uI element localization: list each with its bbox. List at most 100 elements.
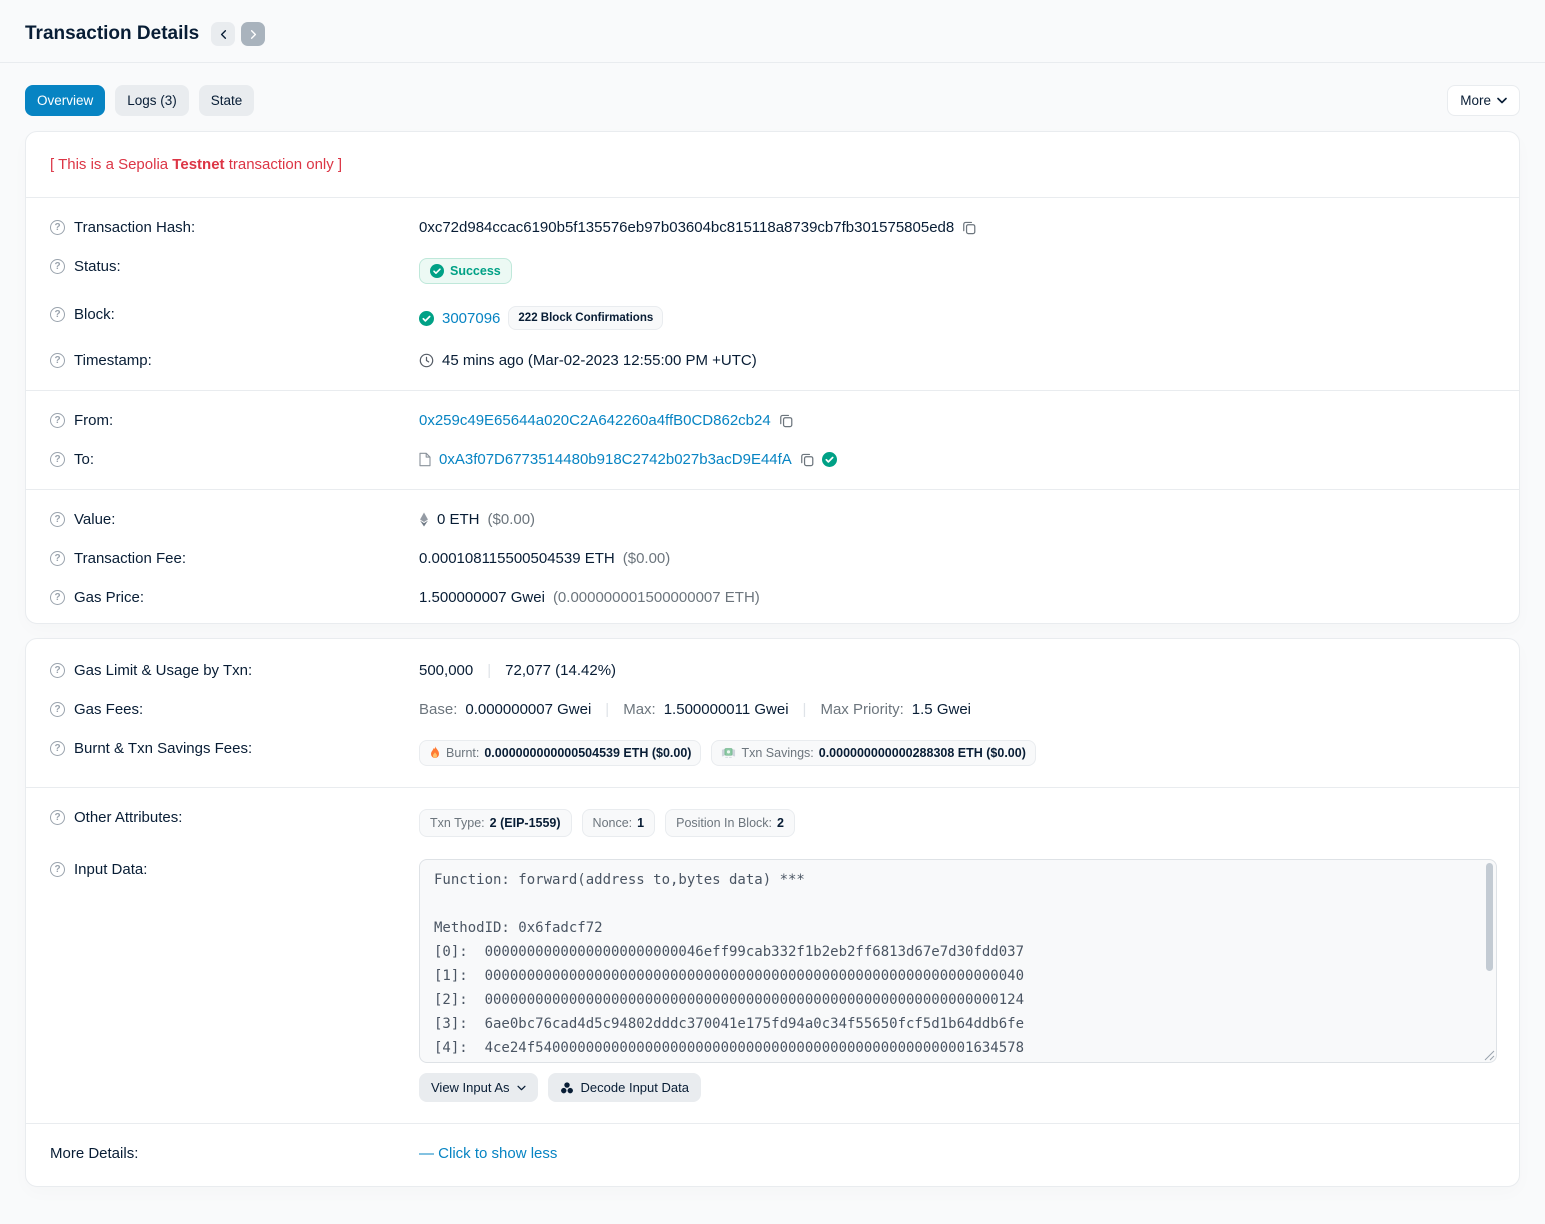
help-icon[interactable] — [50, 220, 65, 235]
testnet-notice: [ This is a Sepolia Testnet transaction … — [50, 138, 1495, 187]
contract-file-icon — [419, 452, 431, 467]
row-input-data: Input Data: Function: forward(address to… — [50, 848, 1495, 1113]
input-data-container: Function: forward(address to,bytes data)… — [419, 859, 1497, 1063]
txn-type-label: Txn Type: — [430, 816, 485, 830]
flame-icon — [429, 746, 441, 760]
row-transaction-fee: Transaction Fee: 0.000108115500504539 ET… — [50, 539, 1495, 578]
help-icon[interactable] — [50, 862, 65, 877]
copy-icon[interactable] — [962, 220, 976, 235]
max-priority-label: Max Priority: — [820, 701, 903, 718]
decode-icon — [560, 1081, 574, 1095]
separator: | — [481, 662, 497, 679]
input-data-label: Input Data: — [74, 861, 147, 878]
page-title: Transaction Details — [25, 23, 199, 45]
status-label: Status: — [74, 258, 121, 275]
more-dropdown-button[interactable]: More — [1447, 85, 1520, 116]
page-header: Transaction Details — [0, 0, 1545, 46]
from-address-link[interactable]: 0x259c49E65644a020C2A642260a4ffB0CD862cb… — [419, 412, 771, 429]
row-transaction-hash: Transaction Hash: 0xc72d984ccac6190b5f13… — [50, 208, 1495, 247]
previous-transaction-button[interactable] — [211, 22, 235, 46]
help-icon[interactable] — [50, 741, 65, 756]
burnt-fee-label: Burnt: — [446, 746, 479, 760]
txn-type-badge: Txn Type: 2 (EIP-1559) — [419, 809, 572, 837]
resize-handle-icon[interactable] — [1484, 1050, 1495, 1061]
help-icon[interactable] — [50, 551, 65, 566]
separator: | — [797, 701, 813, 718]
more-details-label: More Details: — [50, 1145, 138, 1162]
position-in-block-label: Position In Block: — [676, 816, 772, 830]
details-card: Gas Limit & Usage by Txn: 500,000 | 72,0… — [25, 638, 1520, 1187]
chevron-left-icon — [219, 30, 228, 39]
row-gas-limit-usage: Gas Limit & Usage by Txn: 500,000 | 72,0… — [50, 651, 1495, 690]
max-priority-value: 1.5 Gwei — [912, 701, 971, 718]
verified-check-icon — [822, 452, 837, 467]
row-from: From: 0x259c49E65644a020C2A642260a4ffB0C… — [50, 401, 1495, 440]
row-timestamp: Timestamp: 45 mins ago (Mar-02-2023 12:5… — [50, 341, 1495, 380]
ethereum-icon — [419, 512, 429, 527]
scrollbar-thumb[interactable] — [1486, 863, 1493, 971]
chevron-down-icon — [1497, 97, 1507, 104]
nonce-label: Nonce: — [593, 816, 633, 830]
chevron-down-icon — [517, 1085, 526, 1091]
view-input-as-button[interactable]: View Input As — [419, 1073, 538, 1102]
tab-overview[interactable]: Overview — [25, 85, 105, 116]
help-icon[interactable] — [50, 259, 65, 274]
divider — [26, 197, 1519, 198]
help-icon[interactable] — [50, 413, 65, 428]
copy-icon[interactable] — [800, 452, 814, 467]
help-icon[interactable] — [50, 663, 65, 678]
check-circle-icon — [430, 264, 444, 278]
block-number-link[interactable]: 3007096 — [442, 310, 500, 327]
input-data-textarea[interactable]: Function: forward(address to,bytes data)… — [419, 859, 1497, 1063]
show-less-link[interactable]: — Click to show less — [419, 1145, 557, 1162]
max-fee-label: Max: — [623, 701, 656, 718]
decode-input-data-button[interactable]: Decode Input Data — [548, 1073, 701, 1102]
gas-limit-value: 500,000 — [419, 662, 473, 679]
burnt-fee-value: 0.000000000000504539 ETH ($0.00) — [484, 746, 691, 760]
help-icon[interactable] — [50, 353, 65, 368]
help-icon[interactable] — [50, 702, 65, 717]
copy-icon[interactable] — [779, 413, 793, 428]
nonce-value: 1 — [637, 816, 644, 830]
row-other-attributes: Other Attributes: Txn Type: 2 (EIP-1559)… — [50, 798, 1495, 848]
next-transaction-button[interactable] — [241, 22, 265, 46]
clock-icon — [419, 353, 434, 368]
divider — [26, 390, 1519, 391]
position-in-block-badge: Position In Block: 2 — [665, 809, 795, 837]
row-gas-fees: Gas Fees: Base: 0.000000007 Gwei | Max: … — [50, 690, 1495, 729]
help-icon[interactable] — [50, 810, 65, 825]
view-input-as-label: View Input As — [431, 1080, 510, 1095]
timestamp-value: 45 mins ago (Mar-02-2023 12:55:00 PM +UT… — [442, 352, 757, 369]
help-icon[interactable] — [50, 512, 65, 527]
help-icon[interactable] — [50, 590, 65, 605]
tab-state[interactable]: State — [199, 85, 255, 116]
divider — [26, 787, 1519, 788]
testnet-notice-bold: Testnet — [172, 156, 224, 173]
other-attributes-label: Other Attributes: — [74, 809, 182, 826]
nonce-badge: Nonce: 1 — [582, 809, 656, 837]
block-confirmations-badge: 222 Block Confirmations — [508, 306, 663, 330]
chevron-right-icon — [249, 30, 258, 39]
tabs-bar: Overview Logs (3) State More — [0, 63, 1545, 131]
gas-used-value: 72,077 (14.42%) — [505, 662, 616, 679]
gas-price-eth: (0.000000001500000007 ETH) — [553, 589, 760, 606]
transaction-hash-label: Transaction Hash: — [74, 219, 195, 236]
decode-input-data-label: Decode Input Data — [581, 1080, 689, 1095]
value-amount: 0 ETH — [437, 511, 480, 528]
block-label: Block: — [74, 306, 115, 323]
value-label: Value: — [74, 511, 115, 528]
burnt-savings-label: Burnt & Txn Savings Fees: — [74, 740, 252, 757]
to-label: To: — [74, 451, 94, 468]
gas-price-label: Gas Price: — [74, 589, 144, 606]
txn-savings-value: 0.000000000000288308 ETH ($0.00) — [819, 746, 1026, 760]
timestamp-label: Timestamp: — [74, 352, 152, 369]
help-icon[interactable] — [50, 452, 65, 467]
tab-logs[interactable]: Logs (3) — [115, 85, 189, 116]
row-burnt-savings: Burnt & Txn Savings Fees: Burnt: 0.00000… — [50, 729, 1495, 777]
to-address-link[interactable]: 0xA3f07D6773514480b918C2742b027b3acD9E44… — [439, 451, 792, 468]
gas-limit-label: Gas Limit & Usage by Txn: — [74, 662, 252, 679]
transaction-hash-value: 0xc72d984ccac6190b5f135576eb97b03604bc81… — [419, 219, 954, 236]
row-to: To: 0xA3f07D6773514480b918C2742b027b3acD… — [50, 440, 1495, 479]
overview-card: [ This is a Sepolia Testnet transaction … — [25, 131, 1520, 624]
help-icon[interactable] — [50, 307, 65, 322]
